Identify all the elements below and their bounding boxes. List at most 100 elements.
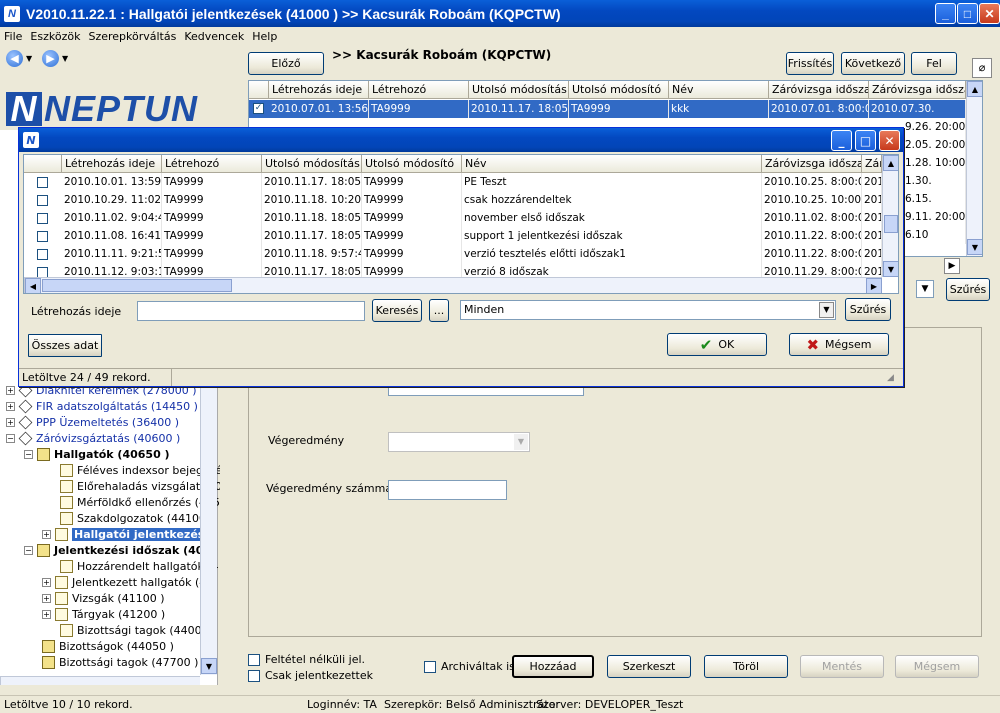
grid-header[interactable]: Név: [669, 81, 769, 99]
grid-header[interactable]: Létrehozás ideje: [62, 155, 162, 173]
tree-item-bizottsagok[interactable]: Bizottságok (44050 ): [42, 638, 174, 654]
tree-item-ppp[interactable]: + PPP Üzemeltetés (36400 ): [6, 414, 179, 430]
row-checkbox[interactable]: [37, 249, 48, 260]
tree-item-fir[interactable]: + FIR adatszolgáltatás (14450 ): [6, 398, 198, 414]
record-heading: >> Kacsurák Roboám (KQPCTW): [332, 48, 552, 62]
dialog-grid-horizontal-scrollbar[interactable]: ◀ ▶: [24, 277, 882, 293]
grid-header[interactable]: Utolsó módosítás ...: [262, 155, 362, 173]
menu-file[interactable]: File: [0, 30, 26, 43]
resize-grip-icon[interactable]: ◢: [887, 373, 894, 383]
dialog-filter-select[interactable]: Minden ▼: [460, 300, 836, 320]
tree-item-jelentkezesi-idoszak[interactable]: − Jelentkezési időszak (40: [24, 542, 203, 558]
dialog-dots-button[interactable]: ...: [429, 299, 449, 322]
scroll-right-icon[interactable]: ▶: [944, 258, 960, 274]
grid-header[interactable]: Utolsó módosító: [362, 155, 462, 173]
scroll-up-icon[interactable]: ▲: [883, 155, 898, 171]
edit-button[interactable]: Szerkeszt: [607, 655, 691, 678]
refresh-button[interactable]: Frissítés: [786, 52, 834, 75]
tree-item-vizsgak[interactable]: + Vizsgák (41100 ): [42, 590, 165, 606]
row-checkbox[interactable]: ✓: [253, 103, 264, 114]
scroll-thumb[interactable]: [884, 215, 898, 233]
menu-kedvencek[interactable]: Kedvencek: [180, 30, 248, 43]
grid-header[interactable]: Létrehozó: [162, 155, 262, 173]
grid-cell: TA9999: [362, 209, 462, 227]
feltetel-checkbox[interactable]: [248, 654, 260, 666]
grid-header[interactable]: Létrehozás ideje: [269, 81, 369, 99]
close-button[interactable]: ✕: [979, 3, 1000, 24]
dialog-filter-button[interactable]: Szűrés: [845, 298, 891, 321]
scroll-thumb[interactable]: [42, 279, 232, 292]
add-button[interactable]: Hozzáad: [512, 655, 594, 678]
all-data-button[interactable]: Összes adat: [28, 334, 102, 357]
up-button[interactable]: Fel: [911, 52, 957, 75]
dialog-grid-vertical-scrollbar[interactable]: ▲ ▼: [882, 155, 898, 277]
archivaltak-checkbox[interactable]: [424, 661, 436, 673]
scroll-down-icon[interactable]: ▼: [201, 658, 217, 674]
grid-header[interactable]: Utolsó módosítás ...: [469, 81, 569, 99]
grid-header[interactable]: Létrehozó: [369, 81, 469, 99]
dialog-filter-input[interactable]: [137, 301, 365, 321]
ok-button[interactable]: ✔ OK: [667, 333, 767, 356]
grid-vertical-scrollbar[interactable]: ▲ ▼: [966, 81, 982, 256]
next-button[interactable]: Következő: [841, 52, 905, 75]
tree-item-szakdolgozatok[interactable]: Szakdolgozatok (44100 ): [60, 510, 214, 526]
row-checkbox[interactable]: [37, 231, 48, 242]
row-checkbox[interactable]: [37, 177, 48, 188]
tree-item-merfoldko[interactable]: Mérföldkő ellenőrzés (405: [60, 494, 220, 510]
dialog-cancel-button[interactable]: ✖ Mégsem: [789, 333, 889, 356]
tree-item-targyak[interactable]: + Tárgyak (41200 ): [42, 606, 165, 622]
tree-item-hallgatok[interactable]: − Hallgatók (40650 ): [24, 446, 170, 462]
document-icon: [60, 559, 73, 573]
tree-horizontal-scrollbar[interactable]: [0, 676, 200, 685]
grid-header[interactable]: Utolsó módosító: [569, 81, 669, 99]
prev-button[interactable]: Előző: [248, 52, 324, 75]
back-arrow-icon[interactable]: ◀: [6, 50, 23, 67]
scroll-down-icon[interactable]: ▼: [967, 239, 982, 255]
menu-eszkozok[interactable]: Eszközök: [26, 30, 84, 43]
tree-item-jelentkezett[interactable]: + Jelentkezett hallgatók (41: [42, 574, 213, 590]
dialog-minimize-button[interactable]: _: [831, 130, 852, 151]
tree-item-hozzarendelt[interactable]: Hozzárendelt hallgatók (4: [60, 558, 219, 574]
menu-szerepkorvaltas[interactable]: Szerepkörváltás: [84, 30, 180, 43]
minimize-button[interactable]: _: [935, 3, 956, 24]
tree-item-feleves[interactable]: Féléves indexsor bejegyzé: [60, 462, 222, 478]
grid-header[interactable]: Zár: [862, 155, 882, 173]
forward-dropdown-icon[interactable]: ▼: [62, 54, 68, 63]
main-filter-button[interactable]: Szűrés: [946, 278, 990, 301]
dialog-maximize-button[interactable]: □: [855, 130, 876, 151]
tree-item-hallgatoi-jelentkezesek[interactable]: + Hallgatói jelentkezése: [42, 526, 214, 542]
main-cancel-button[interactable]: Mégsem: [895, 655, 979, 678]
save-button[interactable]: Mentés: [800, 655, 884, 678]
grid-header[interactable]: Záróvizsga idősza...: [869, 81, 966, 99]
maximize-button[interactable]: □: [957, 3, 978, 24]
grid-header[interactable]: Záróvizsga idősza...: [769, 81, 869, 99]
tree-item-bizottsagi-tagok-2[interactable]: Bizottsági tagok (47700 ): [42, 654, 198, 670]
dialog-close-button[interactable]: ✕: [879, 130, 900, 151]
cancel-label: Mégsem: [825, 338, 872, 351]
scroll-right-icon[interactable]: ▶: [866, 278, 882, 293]
scroll-down-icon[interactable]: ▼: [883, 261, 898, 277]
tree-item-eloerehaladas[interactable]: Előrehaladás vizsgálat (40: [60, 478, 222, 494]
back-dropdown-icon[interactable]: ▼: [26, 54, 32, 63]
vegeredmeny-select[interactable]: ▼: [388, 432, 530, 452]
x-mark-icon: ✖: [806, 335, 820, 354]
forward-arrow-icon[interactable]: ▶: [42, 50, 59, 67]
tree-item-zarovizsgaztatas[interactable]: − Záróvizsgáztatás (40600 ): [6, 430, 180, 446]
row-checkbox[interactable]: [37, 195, 48, 206]
row-checkbox[interactable]: [37, 213, 48, 224]
vegeredmeny-szam-input[interactable]: [388, 480, 507, 500]
menu-help[interactable]: Help: [248, 30, 281, 43]
pin-icon[interactable]: ⌀: [972, 58, 992, 78]
grid-header[interactable]: Név: [462, 155, 762, 173]
grid-header[interactable]: Záróvizsga idősza...: [762, 155, 862, 173]
dialog-search-button[interactable]: Keresés: [372, 299, 422, 322]
csak-checkbox[interactable]: [248, 670, 260, 682]
scroll-up-icon[interactable]: ▲: [967, 81, 982, 97]
tree-item-bizottsagi-tagok[interactable]: Bizottsági tagok (44000 ): [60, 622, 216, 638]
scroll-left-icon[interactable]: ◀: [25, 278, 41, 293]
grid-header-check: [24, 155, 62, 173]
diamond-icon: [18, 399, 33, 413]
dropdown-arrow-icon[interactable]: ▼: [916, 280, 934, 298]
grid-cell: 2010.11.17. 18:05:5: [469, 100, 569, 118]
delete-button[interactable]: Töröl: [704, 655, 788, 678]
